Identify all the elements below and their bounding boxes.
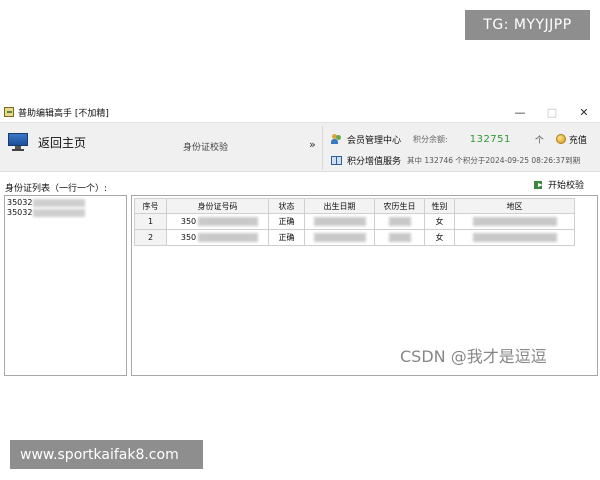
minimize-button[interactable]: — xyxy=(504,102,536,122)
users-icon xyxy=(331,133,342,145)
member-row: 会员管理中心 积分余额: 132751 个 充值 xyxy=(331,131,593,147)
window-title: 普助编辑高手 [不加精] xyxy=(18,108,109,119)
member-center-link[interactable]: 会员管理中心 xyxy=(347,133,401,146)
recharge-button[interactable]: 充值 xyxy=(569,133,587,146)
id-list-label: 身份证列表（一行一个）: xyxy=(5,184,108,194)
id-list-line: 35032 xyxy=(7,198,124,208)
tg-watermark-badge: TG: MYYJJPP xyxy=(465,10,590,40)
cell-id: 350 xyxy=(166,229,269,246)
window-controls: — □ ✕ xyxy=(504,102,600,122)
cell-gender: 女 xyxy=(424,229,455,246)
cell-status: 正确 xyxy=(268,213,305,230)
book-icon xyxy=(331,155,342,165)
cell-birth xyxy=(304,213,375,230)
app-icon xyxy=(4,107,14,117)
col-header[interactable]: 状态 xyxy=(268,198,305,214)
start-check-button[interactable]: 开始校验 xyxy=(534,178,584,191)
value-added-link[interactable]: 积分增值服务 xyxy=(347,154,401,167)
member-panel: 会员管理中心 积分余额: 132751 个 充值 积分增值服务 其中 13274… xyxy=(322,126,592,170)
points-unit: 个 xyxy=(534,135,544,146)
cell-status: 正确 xyxy=(268,229,305,246)
screenshot-root: TG: MYYJJPP 普助编辑高手 [不加精] — □ ✕ 返回主页 身份证校… xyxy=(0,0,600,480)
points-value: 132751 xyxy=(469,133,511,145)
close-button[interactable]: ✕ xyxy=(568,102,600,122)
list-header: 身份证列表（一行一个）: 开始校验 xyxy=(0,173,600,195)
title-bar: 普助编辑高手 [不加精] — □ ✕ xyxy=(0,102,600,122)
points-expiry-note: 其中 132746 个积分于2024-09-25 08:26:37到期 xyxy=(407,155,581,165)
col-header[interactable]: 性别 xyxy=(424,198,455,214)
expand-icon[interactable]: » xyxy=(309,138,316,151)
id-list-textarea[interactable]: 35032 35032 xyxy=(4,195,127,376)
toolbar: 返回主页 身份证校验 » 会员管理中心 积分余额: 132751 个 充值 积分… xyxy=(0,122,600,172)
points-label: 积分余额: xyxy=(413,134,448,144)
cell-seq: 1 xyxy=(134,213,167,230)
cell-region xyxy=(454,213,575,230)
maximize-button[interactable]: □ xyxy=(536,102,568,122)
col-header[interactable]: 农历生日 xyxy=(374,198,425,214)
value-added-row: 积分增值服务 其中 132746 个积分于2024-09-25 08:26:37… xyxy=(331,152,593,168)
table-row[interactable]: 2 350 正确 女 xyxy=(134,229,575,246)
cell-id: 350 xyxy=(166,213,269,230)
cell-lunar xyxy=(374,213,425,230)
section-title: 身份证校验 xyxy=(183,143,229,153)
cell-birth xyxy=(304,229,375,246)
cell-seq: 2 xyxy=(134,229,167,246)
result-table: 序号 身份证号码 状态 出生日期 农历生日 性别 地区 1 350 正确 女 2… xyxy=(134,198,575,246)
table-row[interactable]: 1 350 正确 女 xyxy=(134,213,575,230)
start-check-label: 开始校验 xyxy=(548,181,585,191)
monitor-icon xyxy=(8,133,28,151)
home-button[interactable]: 返回主页 xyxy=(8,133,86,151)
start-check-icon xyxy=(534,180,544,190)
coin-icon xyxy=(555,134,566,144)
col-header[interactable]: 序号 xyxy=(134,198,167,214)
csdn-watermark: CSDN @我才是逗逗 xyxy=(400,347,547,366)
cell-region xyxy=(454,229,575,246)
col-header[interactable]: 身份证号码 xyxy=(166,198,269,214)
site-watermark-badge: www.sportkaifak8.com xyxy=(10,440,203,469)
app-window: 普助编辑高手 [不加精] — □ ✕ 返回主页 身份证校验 » 会员管理中心 积… xyxy=(0,102,600,376)
col-header[interactable]: 地区 xyxy=(454,198,575,214)
cell-lunar xyxy=(374,229,425,246)
home-label: 返回主页 xyxy=(38,135,87,150)
cell-gender: 女 xyxy=(424,213,455,230)
col-header[interactable]: 出生日期 xyxy=(304,198,375,214)
id-list-line: 35032 xyxy=(7,208,124,218)
table-header-row: 序号 身份证号码 状态 出生日期 农历生日 性别 地区 xyxy=(134,198,575,214)
